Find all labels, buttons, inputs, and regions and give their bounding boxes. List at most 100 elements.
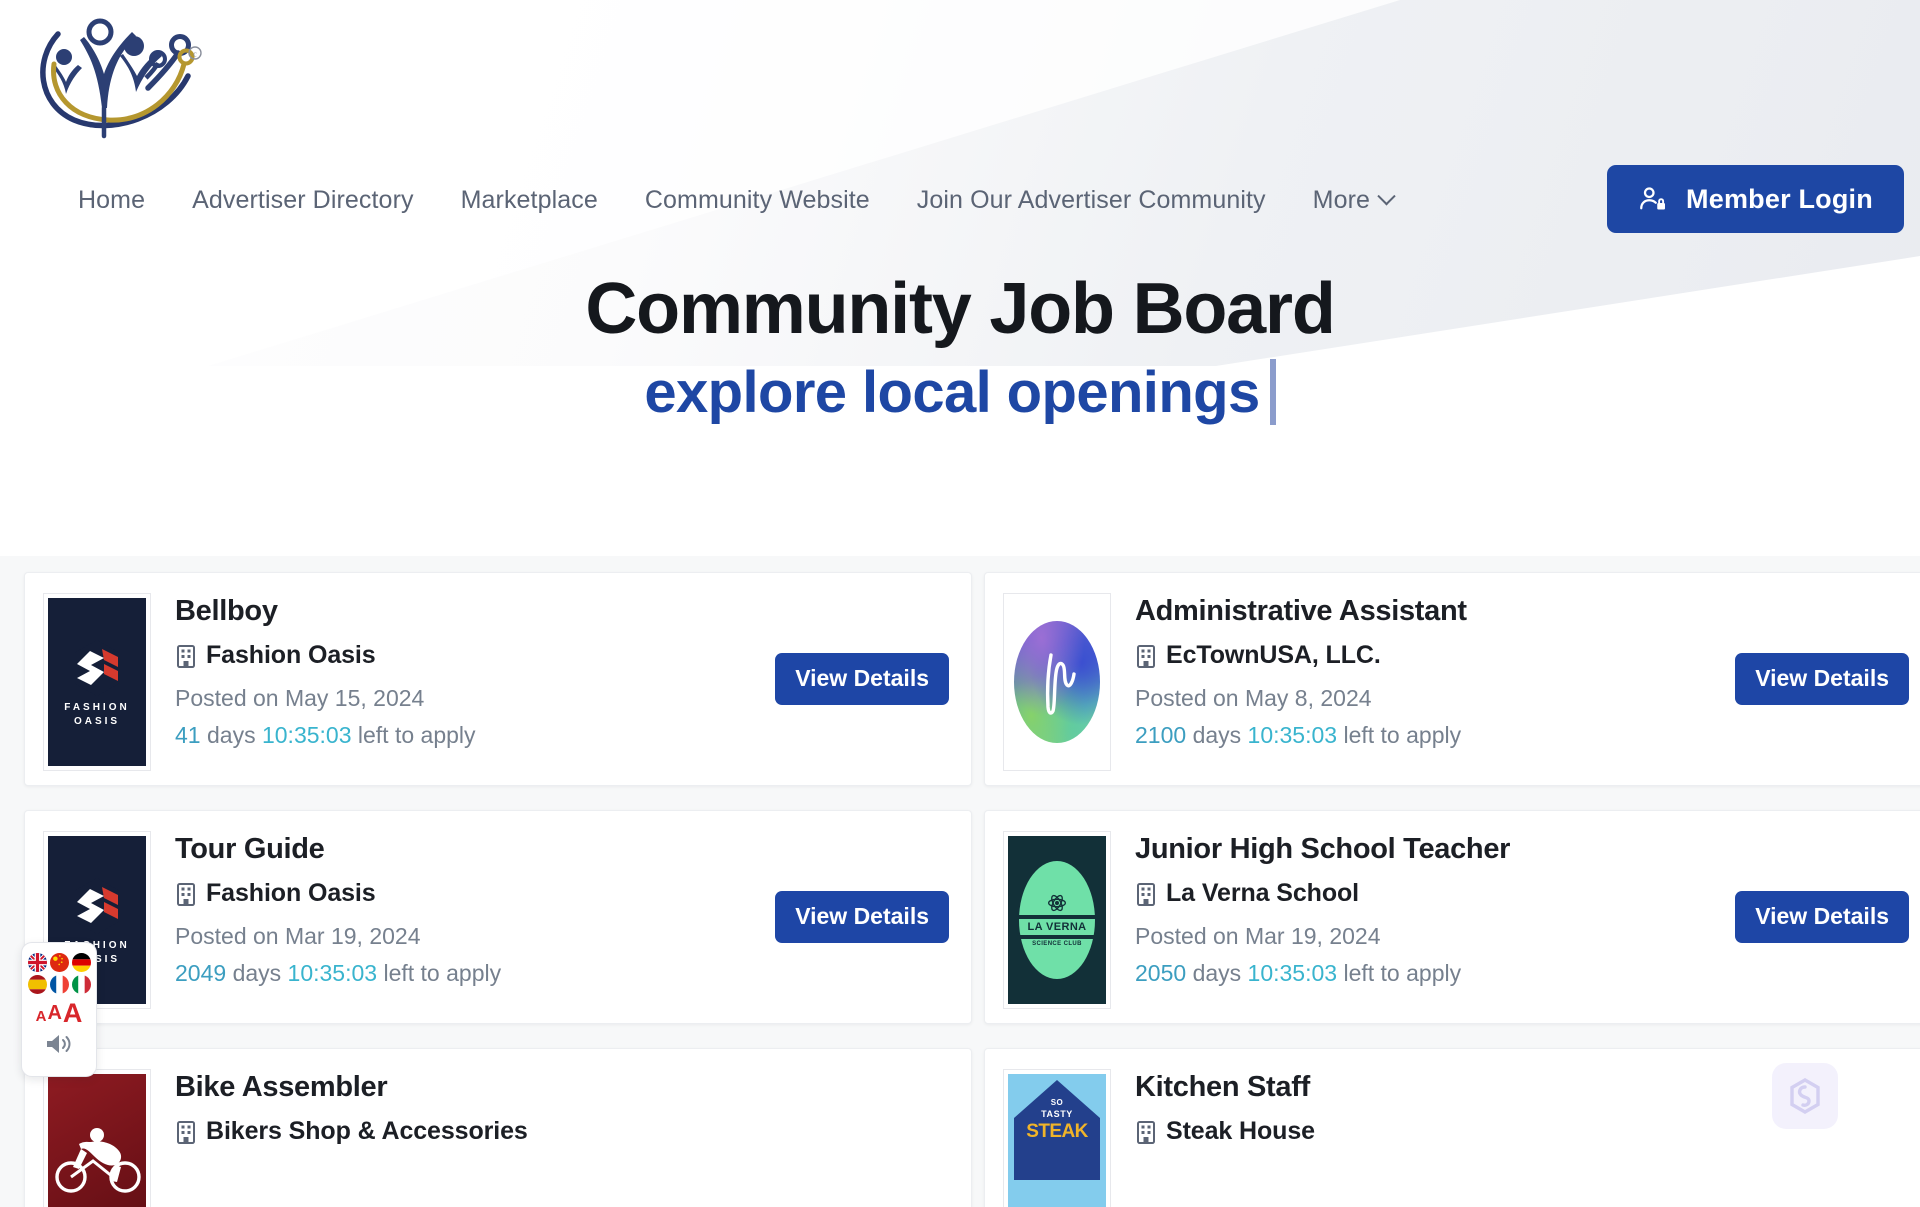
time-remaining: 2049 days 10:35:03 left to apply (175, 960, 949, 987)
ectownusa-watercolor-logo (1008, 598, 1106, 766)
view-details-button[interactable]: View Details (1735, 891, 1909, 943)
job-card-grid: FASHION OASIS Bellboy Fashion Oasis Post… (0, 556, 1920, 1207)
chinese-flag-icon[interactable] (49, 953, 69, 972)
remain-suffix: left to apply (1343, 960, 1462, 987)
job-card-body: Bike Assembler Bikers Shop & Accessories (151, 1067, 949, 1146)
view-details-button[interactable]: View Details (1735, 653, 1909, 705)
svg-text:c: c (193, 50, 197, 59)
script-letter-icon (1045, 653, 1076, 715)
building-icon (1137, 1120, 1155, 1144)
fashion-oasis-logo: FASHION OASIS (48, 598, 146, 766)
days-word: days (1192, 960, 1242, 987)
speaker-icon[interactable] (44, 1032, 74, 1061)
english-uk-flag-icon[interactable] (27, 953, 47, 972)
view-details-button[interactable]: View Details (775, 891, 949, 943)
text-size-controls[interactable]: A A A (36, 999, 83, 1026)
days-remaining: 2049 (175, 960, 227, 987)
text-size-small[interactable]: A (36, 1008, 47, 1025)
job-title: Tour Guide (175, 833, 325, 865)
chevron-down-icon (1377, 187, 1396, 206)
nav-item-community-website[interactable]: Community Website (645, 186, 870, 215)
atom-icon (1048, 894, 1066, 912)
company-name: Steak House (1166, 1117, 1315, 1146)
grid-cell: FASHION OASIS Bellboy Fashion Oasis Post… (18, 572, 978, 810)
time-remaining: 2100 days 10:35:03 left to apply (1135, 722, 1909, 749)
company-name: La Verna School (1166, 879, 1360, 908)
job-card[interactable]: Administrative Assistant EcTownUSA, LLC. (984, 572, 1920, 786)
days-word: days (1192, 722, 1242, 749)
days-remaining: 2050 (1135, 960, 1187, 987)
site-logo[interactable]: c (28, 12, 208, 140)
job-card[interactable]: LA VERNA SCIENCE CLUB Junior High School… (984, 810, 1920, 1024)
accessibility-widget[interactable]: A A A (21, 942, 97, 1077)
countdown-clock: 10:35:03 (1247, 960, 1338, 987)
company-row: Bikers Shop & Accessories (175, 1117, 949, 1146)
days-word: days (206, 722, 256, 749)
days-remaining: 2100 (1135, 722, 1187, 749)
remain-suffix: left to apply (383, 960, 502, 987)
text-size-medium[interactable]: A (47, 1002, 61, 1025)
building-icon (177, 1120, 195, 1144)
hero-header: c Home Advertiser Directory Marketplace … (0, 0, 1920, 556)
job-card[interactable]: FASHION OASIS Bellboy Fashion Oasis Post… (24, 572, 972, 786)
company-logo-thumbnail (43, 1069, 151, 1207)
typing-caret (1269, 359, 1276, 426)
italian-flag-icon[interactable] (71, 975, 91, 994)
remain-suffix: left to apply (357, 722, 476, 749)
company-logo-thumbnail: SO TASTY STEAK (1003, 1069, 1111, 1207)
grid-cell: LA VERNA SCIENCE CLUB Junior High School… (978, 810, 1920, 1048)
nav-label: Home (78, 186, 146, 214)
building-icon (177, 644, 195, 668)
remain-suffix: left to apply (1343, 722, 1462, 749)
logo-text-line1: SO (1050, 1098, 1064, 1107)
logo-text-line1: FASHION (64, 702, 130, 713)
member-login-label: Member Login (1686, 183, 1873, 214)
company-name: Fashion Oasis (206, 879, 376, 908)
page-root: c Home Advertiser Directory Marketplace … (0, 0, 1920, 1207)
company-logo-thumbnail (1003, 593, 1111, 771)
job-title: Administrative Assistant (1135, 595, 1467, 627)
job-title: Bike Assembler (175, 1071, 388, 1103)
hero-title-block: Community Job Board explore local openin… (0, 272, 1920, 426)
job-title: Bellboy (175, 595, 278, 627)
grid-cell: Bike Assembler Bikers Shop & Accessories (18, 1048, 978, 1207)
cyclist-icon (55, 1128, 141, 1193)
nav-label: Marketplace (460, 186, 598, 214)
job-card[interactable]: FASHION OASIS Tour Guide Fashion Oasis P… (24, 810, 972, 1024)
bikers-shop-logo (48, 1074, 146, 1207)
language-flag-list (27, 953, 91, 994)
chat-widget-button[interactable] (1772, 1063, 1838, 1129)
nav-label: Advertiser Directory (192, 186, 414, 214)
job-card[interactable]: Bike Assembler Bikers Shop & Accessories (24, 1048, 972, 1207)
nav-item-join-advertiser-community[interactable]: Join Our Advertiser Community (917, 186, 1266, 215)
spanish-flag-icon[interactable] (27, 975, 47, 994)
countdown-clock: 10:35:03 (261, 722, 352, 749)
time-remaining: 2050 days 10:35:03 left to apply (1135, 960, 1909, 987)
building-icon (1137, 882, 1155, 906)
nav-item-more[interactable]: More (1313, 186, 1396, 215)
company-logo-thumbnail: LA VERNA SCIENCE CLUB (1003, 831, 1111, 1009)
nav-label: Community Website (644, 186, 870, 214)
company-name: Bikers Shop & Accessories (206, 1117, 528, 1146)
page-title: Community Job Board (585, 269, 1335, 349)
time-remaining: 41 days 10:35:03 left to apply (175, 722, 949, 749)
view-details-button[interactable]: View Details (775, 653, 949, 705)
days-remaining: 41 (175, 722, 201, 749)
french-flag-icon[interactable] (49, 975, 69, 994)
logo-text-line3: STEAK (1026, 1121, 1088, 1142)
grid-cell: Administrative Assistant EcTownUSA, LLC. (978, 572, 1920, 810)
german-flag-icon[interactable] (71, 953, 91, 972)
logo-text-line2: TASTY (1041, 1109, 1073, 1119)
countdown-clock: 10:35:03 (1247, 722, 1338, 749)
nav-item-home[interactable]: Home (78, 186, 145, 215)
text-size-large[interactable]: A (63, 999, 83, 1026)
job-title: Junior High School Teacher (1135, 833, 1511, 865)
divider (1019, 935, 1095, 939)
countdown-clock: 10:35:03 (287, 960, 378, 987)
member-login-button[interactable]: Member Login (1607, 165, 1904, 233)
divider (1019, 915, 1095, 919)
nav-item-advertiser-directory[interactable]: Advertiser Directory (192, 186, 414, 215)
page-subtitle: explore local openings (644, 359, 1260, 425)
company-name: Fashion Oasis (206, 641, 376, 670)
nav-item-marketplace[interactable]: Marketplace (461, 186, 598, 215)
